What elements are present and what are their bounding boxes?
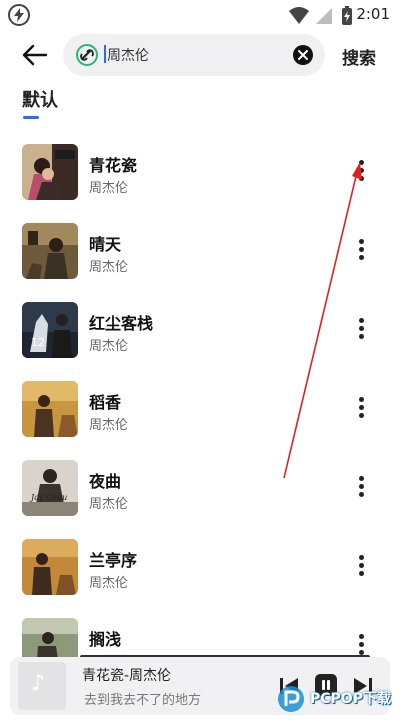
- watermark: PCPOP下载: [276, 684, 391, 718]
- now-playing-lyric: 去到我去不了的地方: [84, 693, 202, 708]
- watermark-text: PCPOP下载: [310, 691, 391, 707]
- now-playing-title: 青花瓷-周杰伦: [82, 668, 172, 684]
- annotation-arrow: [283, 162, 362, 479]
- watermark-logo: [278, 686, 304, 712]
- music-note-icon: ♪: [18, 662, 66, 710]
